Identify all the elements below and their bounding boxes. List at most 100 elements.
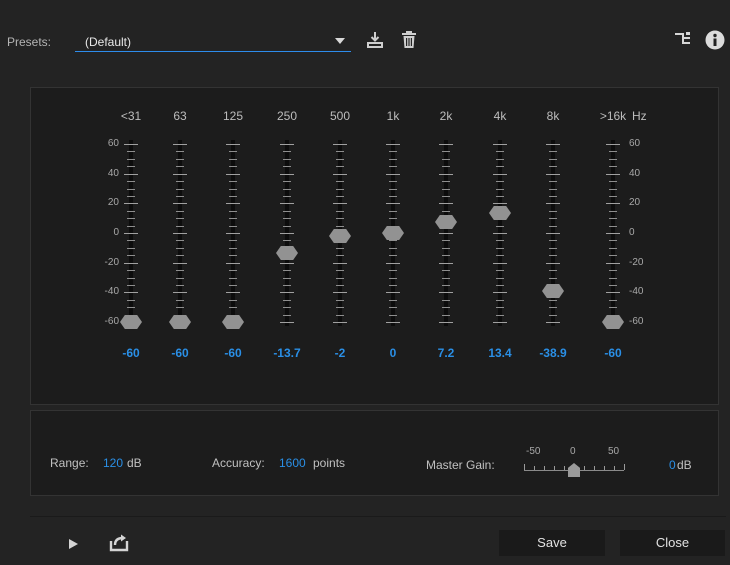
band-gain-thumb[interactable] xyxy=(120,315,142,329)
band-tick xyxy=(609,307,617,308)
band-tick xyxy=(389,196,397,197)
band-gain-value[interactable]: 0 xyxy=(368,346,418,360)
band-tick xyxy=(549,278,557,279)
band-gain-value[interactable]: 7.2 xyxy=(421,346,471,360)
band-tick xyxy=(609,285,617,286)
band-tick xyxy=(176,226,184,227)
band-tick xyxy=(546,144,560,145)
band-tick xyxy=(609,218,617,219)
band-tick xyxy=(442,255,450,256)
band-tick xyxy=(229,166,237,167)
export-icon[interactable] xyxy=(109,534,129,552)
range-value[interactable]: 120 xyxy=(103,456,123,470)
close-button[interactable]: Close xyxy=(620,530,725,556)
band-tick xyxy=(124,144,138,145)
band-tick xyxy=(386,174,400,175)
master-gain-slider[interactable] xyxy=(522,458,626,478)
band-tick xyxy=(176,255,184,256)
band-tick xyxy=(609,300,617,301)
band-label: 8k xyxy=(546,109,560,123)
band-gain-thumb[interactable] xyxy=(542,284,564,298)
band-tick xyxy=(493,292,507,293)
band-tick xyxy=(389,285,397,286)
band-tick xyxy=(439,203,453,204)
band-gain-value[interactable]: 13.4 xyxy=(475,346,525,360)
save-button[interactable]: Save xyxy=(499,530,605,556)
band-tick xyxy=(496,315,504,316)
band-tick xyxy=(176,278,184,279)
master-gain-tick xyxy=(604,466,605,470)
band-tick xyxy=(606,263,620,264)
band-tick xyxy=(229,218,237,219)
band-tick xyxy=(442,300,450,301)
band-tick xyxy=(336,226,344,227)
band-tick xyxy=(173,144,187,145)
band-tick xyxy=(229,196,237,197)
band-tick xyxy=(176,181,184,182)
band-tick xyxy=(496,240,504,241)
band-gain-value[interactable]: -13.7 xyxy=(262,346,312,360)
band-tick xyxy=(173,263,187,264)
band-tick xyxy=(493,233,507,234)
master-gain-scale-max: 50 xyxy=(608,446,620,457)
band-gain-value[interactable]: -60 xyxy=(208,346,258,360)
band-gain-thumb[interactable] xyxy=(329,229,351,243)
band-tick xyxy=(496,300,504,301)
band-tick xyxy=(229,159,237,160)
band-tick xyxy=(336,166,344,167)
band-tick xyxy=(439,144,453,145)
master-gain-label: Master Gain: xyxy=(426,458,495,472)
play-icon[interactable] xyxy=(67,538,79,550)
band-tick xyxy=(549,159,557,160)
band-tick xyxy=(229,211,237,212)
band-tick xyxy=(389,211,397,212)
band-tick xyxy=(496,248,504,249)
band-gain-thumb[interactable] xyxy=(169,315,191,329)
band-tick xyxy=(496,181,504,182)
band-tick xyxy=(336,307,344,308)
master-gain-value[interactable]: 0 xyxy=(669,458,676,472)
band-gain-thumb[interactable] xyxy=(435,215,457,229)
band-tick xyxy=(549,211,557,212)
master-gain-tick xyxy=(524,464,525,470)
band-tick xyxy=(127,159,135,160)
band-tick xyxy=(442,181,450,182)
band-gain-thumb[interactable] xyxy=(382,226,404,240)
band-gain-thumb[interactable] xyxy=(276,246,298,260)
band-tick xyxy=(493,174,507,175)
band-tick xyxy=(226,233,240,234)
band-tick xyxy=(549,315,557,316)
band-tick xyxy=(336,196,344,197)
band-gain-thumb[interactable] xyxy=(602,315,624,329)
band-gain-thumb[interactable] xyxy=(222,315,244,329)
band-gain-value[interactable]: -2 xyxy=(315,346,365,360)
band-tick xyxy=(283,218,291,219)
band-tick xyxy=(176,300,184,301)
band-tick xyxy=(609,226,617,227)
band-tick xyxy=(336,285,344,286)
band-tick xyxy=(606,233,620,234)
band-tick xyxy=(496,189,504,190)
band-tick xyxy=(336,151,344,152)
band-tick xyxy=(229,307,237,308)
band-gain-value[interactable]: -60 xyxy=(155,346,205,360)
band-tick xyxy=(283,307,291,308)
band-tick xyxy=(124,203,138,204)
band-tick xyxy=(173,233,187,234)
band-tick xyxy=(389,255,397,256)
master-gain-tick xyxy=(534,466,535,470)
band-tick xyxy=(226,174,240,175)
master-gain-tick xyxy=(584,466,585,470)
band-gain-value[interactable]: -60 xyxy=(106,346,156,360)
accuracy-value[interactable]: 1600 xyxy=(279,456,306,470)
band-tick xyxy=(389,159,397,160)
band-gain-value[interactable]: -38.9 xyxy=(528,346,578,360)
gain-scale-label-left: 40 xyxy=(107,168,119,179)
band-tick xyxy=(127,270,135,271)
band-gain-value[interactable]: -60 xyxy=(588,346,638,360)
band-tick xyxy=(127,285,135,286)
gain-scale-label-left: 20 xyxy=(107,197,119,208)
band-tick xyxy=(389,300,397,301)
band-gain-thumb[interactable] xyxy=(489,206,511,220)
band-tick xyxy=(127,307,135,308)
